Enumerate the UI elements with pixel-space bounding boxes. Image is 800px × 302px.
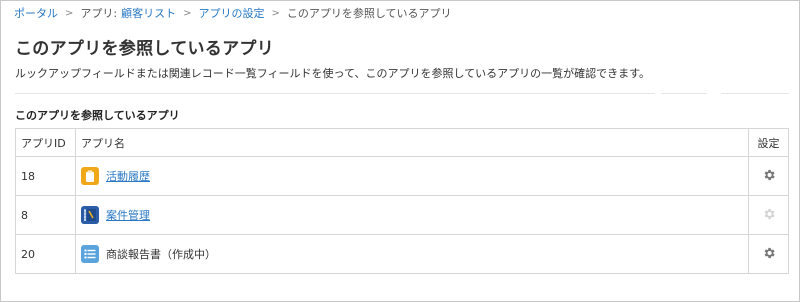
breadcrumb-separator: >	[65, 7, 74, 19]
column-header-settings: 設定	[748, 128, 789, 157]
clipboard-icon	[81, 167, 99, 185]
gear-icon[interactable]	[762, 246, 776, 263]
divider	[15, 93, 655, 94]
breadcrumb: ポータル > アプリ: 顧客リスト > アプリの設定 > このアプリを参照してい…	[14, 5, 452, 21]
app-name-cell: 商談報告書（作成中）	[75, 234, 749, 274]
breadcrumb-separator: >	[271, 7, 280, 19]
table-row: 8 案件管理	[15, 195, 789, 235]
settings-cell	[748, 195, 789, 235]
app-id-cell: 18	[15, 156, 76, 196]
gear-icon[interactable]	[762, 168, 776, 185]
table-header-row: アプリID アプリ名 設定	[15, 128, 789, 157]
table-row: 20 商談報告書（作成中）	[15, 234, 789, 274]
settings-cell	[748, 234, 789, 274]
breadcrumb-app-prefix: アプリ:	[80, 7, 118, 20]
page-description: ルックアップフィールドまたは関連レコード一覧フィールドを使って、このアプリを参照…	[15, 67, 651, 80]
table-row: 18 活動履歴	[15, 156, 789, 196]
app-name-cell: 案件管理	[75, 195, 749, 235]
notebook-icon	[81, 206, 99, 224]
column-header-app-name: アプリ名	[75, 128, 749, 157]
breadcrumb-app-link[interactable]: 顧客リスト	[121, 5, 176, 21]
column-header-app-id: アプリID	[15, 128, 76, 157]
breadcrumb-current: このアプリを参照しているアプリ	[286, 7, 452, 20]
app-name-sales-report: 商談報告書（作成中）	[106, 248, 216, 261]
gear-icon	[762, 207, 776, 224]
page-title: このアプリを参照しているアプリ	[15, 39, 274, 59]
referencing-apps-table: アプリID アプリ名 設定 18 活動履歴 8 案件管理 20 商談報告書（作成…	[15, 128, 789, 274]
list-icon	[81, 245, 99, 263]
divider	[721, 93, 789, 94]
app-link-activity-history[interactable]: 活動履歴	[106, 168, 150, 184]
app-name-cell: 活動履歴	[75, 156, 749, 196]
settings-cell	[748, 156, 789, 196]
app-link-project-management[interactable]: 案件管理	[106, 207, 150, 223]
breadcrumb-portal-link[interactable]: ポータル	[14, 5, 58, 21]
section-heading: このアプリを参照しているアプリ	[15, 109, 180, 122]
app-id-cell: 20	[15, 234, 76, 274]
app-id-cell: 8	[15, 195, 76, 235]
breadcrumb-app-settings-link[interactable]: アプリの設定	[199, 5, 265, 21]
divider	[661, 93, 707, 94]
breadcrumb-separator: >	[183, 7, 192, 19]
